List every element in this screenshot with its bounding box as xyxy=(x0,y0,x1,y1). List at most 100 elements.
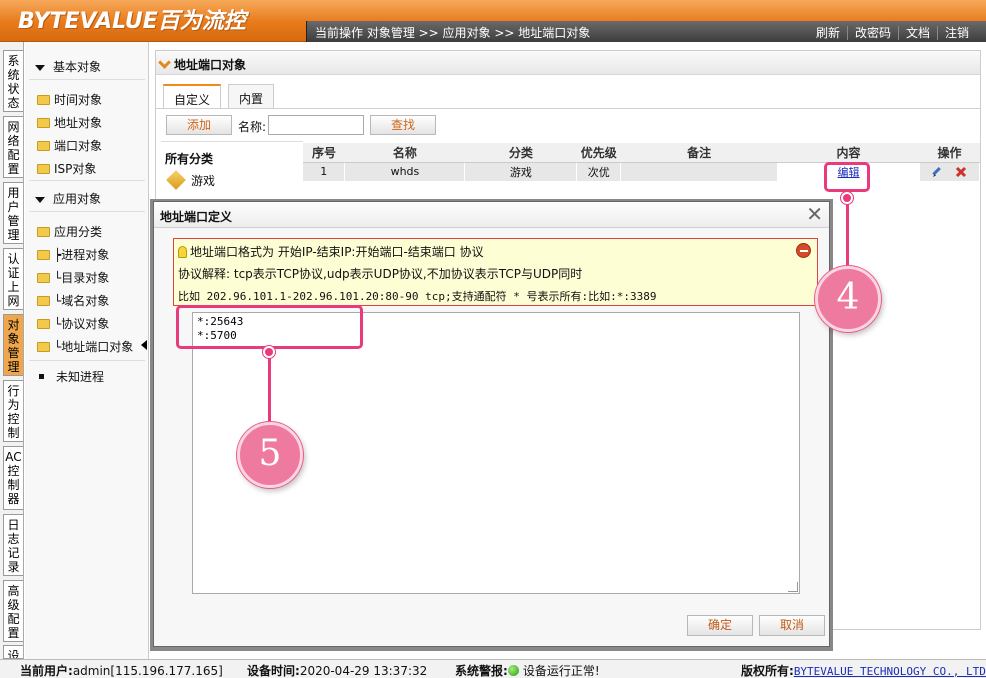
side-tab-network-config[interactable]: 网络配置 xyxy=(3,116,23,178)
folder-icon xyxy=(37,342,50,352)
nav-item-app-category[interactable]: 应用分类 xyxy=(37,223,102,240)
stop-icon[interactable] xyxy=(796,243,811,258)
arrow-icon xyxy=(158,56,171,69)
cell-index: 1 xyxy=(303,162,346,181)
nav-item-directory-object[interactable]: └目录对象 xyxy=(37,269,109,286)
folder-icon xyxy=(37,141,50,151)
callout-4-dot xyxy=(841,192,853,204)
dialog-title: 地址端口定义 ✕ xyxy=(154,202,829,228)
edit-content-link[interactable]: 编辑 xyxy=(777,162,920,181)
category-game[interactable]: 游戏 xyxy=(166,170,215,190)
status-alarm: 系统警报: 设备运行正常! xyxy=(455,664,600,678)
folder-icon xyxy=(37,250,50,260)
name-input[interactable] xyxy=(268,115,364,135)
panel-title: 地址端口对象 xyxy=(156,51,980,75)
col-priority: 优先级 xyxy=(576,143,621,163)
change-password-link[interactable]: 改密码 xyxy=(846,26,898,40)
status-bar: 当前用户:admin[115.196.177.165] 设备时间:2020-04… xyxy=(0,659,986,678)
side-tab-more[interactable]: 设 xyxy=(3,645,23,659)
cell-actions xyxy=(919,162,981,181)
delete-icon[interactable] xyxy=(955,166,967,178)
callout-5-dot xyxy=(263,346,275,358)
nav-item-address-port-object[interactable]: └地址端口对象 xyxy=(37,338,133,355)
folder-icon xyxy=(37,95,50,105)
chevron-down-icon xyxy=(35,196,45,203)
breadcrumb-bar: 当前操作 对象管理 >> 应用对象 >> 地址端口对象 刷新 改密码 文档 注销 xyxy=(306,21,986,42)
nav-basic-objects[interactable]: 基本对象 xyxy=(35,58,101,75)
nav-item-process-object[interactable]: ┝进程对象 xyxy=(37,246,109,263)
side-tab-system-status[interactable]: 系统状态 xyxy=(3,50,23,112)
col-name: 名称 xyxy=(344,143,465,163)
folder-icon xyxy=(37,296,50,306)
notice-example: 比如 202.96.101.1-202.96.101.20:80-90 tcp;… xyxy=(178,290,657,303)
top-links: 刷新 改密码 文档 注销 xyxy=(809,24,976,41)
bullet-icon xyxy=(39,374,44,379)
selected-indicator-icon xyxy=(141,340,147,350)
copyright-link[interactable]: BYTEVALUE TECHNOLOGY CO., LTD xyxy=(794,665,986,678)
breadcrumb: 当前操作 对象管理 >> 应用对象 >> 地址端口对象 xyxy=(315,26,591,40)
ok-button[interactable]: 确定 xyxy=(687,615,753,636)
cell-name: whds xyxy=(344,162,466,181)
name-label: 名称: xyxy=(238,120,267,134)
nav-item-protocol-object[interactable]: └协议对象 xyxy=(37,315,109,332)
col-actions: 操作 xyxy=(919,143,980,163)
nav-item-isp-object[interactable]: ISP对象 xyxy=(37,160,96,177)
nav-item-time-object[interactable]: 时间对象 xyxy=(37,91,102,108)
nav-tree: 基本对象 时间对象 地址对象 端口对象 ISP对象 应用对象 应用分类 ┝进程对… xyxy=(25,42,149,659)
format-notice: 地址端口格式为 开始IP-结束IP:开始端口-结束端口 协议 协议解释: tcp… xyxy=(173,238,818,306)
side-tab-behavior-control[interactable]: 行为控制 xyxy=(3,380,23,442)
category-header: 所有分类 xyxy=(165,152,214,166)
col-note: 备注 xyxy=(620,143,778,163)
table-header: 序号 名称 分类 优先级 备注 内容 操作 xyxy=(303,143,980,163)
status-user: 当前用户:admin[115.196.177.165] xyxy=(20,664,223,678)
side-tab-user-management[interactable]: 用户管理 xyxy=(3,182,23,244)
nav-item-port-object[interactable]: 端口对象 xyxy=(37,137,102,154)
folder-icon xyxy=(37,118,50,128)
nav-item-domain-object[interactable]: └域名对象 xyxy=(37,292,109,309)
side-tab-auth[interactable]: 认证上网 xyxy=(3,248,23,310)
lightbulb-icon xyxy=(178,246,187,258)
notice-protocol: 协议解释: tcp表示TCP协议,udp表示UDP协议,不加协议表示TCP与UD… xyxy=(178,267,583,281)
refresh-link[interactable]: 刷新 xyxy=(809,26,847,40)
callout-5-line xyxy=(268,349,271,425)
category-pane: 所有分类 游戏 xyxy=(161,141,303,201)
tab-custom[interactable]: 自定义 xyxy=(163,84,222,108)
close-icon[interactable]: ✕ xyxy=(806,204,823,224)
cell-priority: 次优 xyxy=(576,162,622,181)
nav-item-unknown-process[interactable]: 未知进程 xyxy=(37,368,104,385)
callout-4-badge: 4 xyxy=(815,266,881,332)
side-tab-object-management[interactable]: 对象管理 xyxy=(3,314,23,376)
objects-table: 序号 名称 分类 优先级 备注 内容 操作 1 whds 游戏 次优 编辑 xyxy=(303,143,981,181)
nav-app-objects[interactable]: 应用对象 xyxy=(35,190,101,207)
tab-builtin[interactable]: 内置 xyxy=(228,84,275,108)
top-header: BYTEVALUE百为流控 当前操作 对象管理 >> 应用对象 >> 地址端口对… xyxy=(0,0,986,42)
col-content: 内容 xyxy=(777,143,920,163)
side-tab-advanced[interactable]: 高级配置 xyxy=(3,580,23,642)
col-category: 分类 xyxy=(464,143,577,163)
docs-link[interactable]: 文档 xyxy=(897,26,937,40)
cell-note xyxy=(620,162,779,181)
game-icon xyxy=(166,170,186,190)
pencil-icon[interactable] xyxy=(932,166,944,178)
notice-format: 地址端口格式为 开始IP-结束IP:开始端口-结束端口 协议 xyxy=(178,243,484,260)
logout-link[interactable]: 注销 xyxy=(936,26,976,40)
cancel-button[interactable]: 取消 xyxy=(759,615,825,636)
resize-handle-icon[interactable] xyxy=(788,582,798,592)
status-copyright: 版权所有:BYTEVALUE TECHNOLOGY CO., LTD xyxy=(741,664,986,678)
folder-icon xyxy=(37,227,50,237)
address-port-dialog: 地址端口定义 ✕ 地址端口格式为 开始IP-结束IP:开始端口-结束端口 协议 … xyxy=(153,201,830,647)
folder-icon xyxy=(37,273,50,283)
cell-category: 游戏 xyxy=(464,162,578,181)
col-index: 序号 xyxy=(303,143,345,163)
chevron-down-icon xyxy=(35,64,45,71)
side-tab-logs[interactable]: 日志记录 xyxy=(3,514,23,576)
table-row[interactable]: 1 whds 游戏 次优 编辑 xyxy=(303,162,981,181)
side-tab-ac-controller[interactable]: AC控制器 xyxy=(3,446,23,510)
logo: BYTEVALUE百为流控 xyxy=(18,9,246,34)
callout-5-badge: 5 xyxy=(237,422,303,488)
add-button[interactable]: 添加 xyxy=(166,115,232,135)
search-button[interactable]: 查找 xyxy=(370,115,436,135)
nav-item-address-object[interactable]: 地址对象 xyxy=(37,114,102,131)
status-ok-icon xyxy=(507,665,519,676)
folder-icon xyxy=(37,164,50,174)
